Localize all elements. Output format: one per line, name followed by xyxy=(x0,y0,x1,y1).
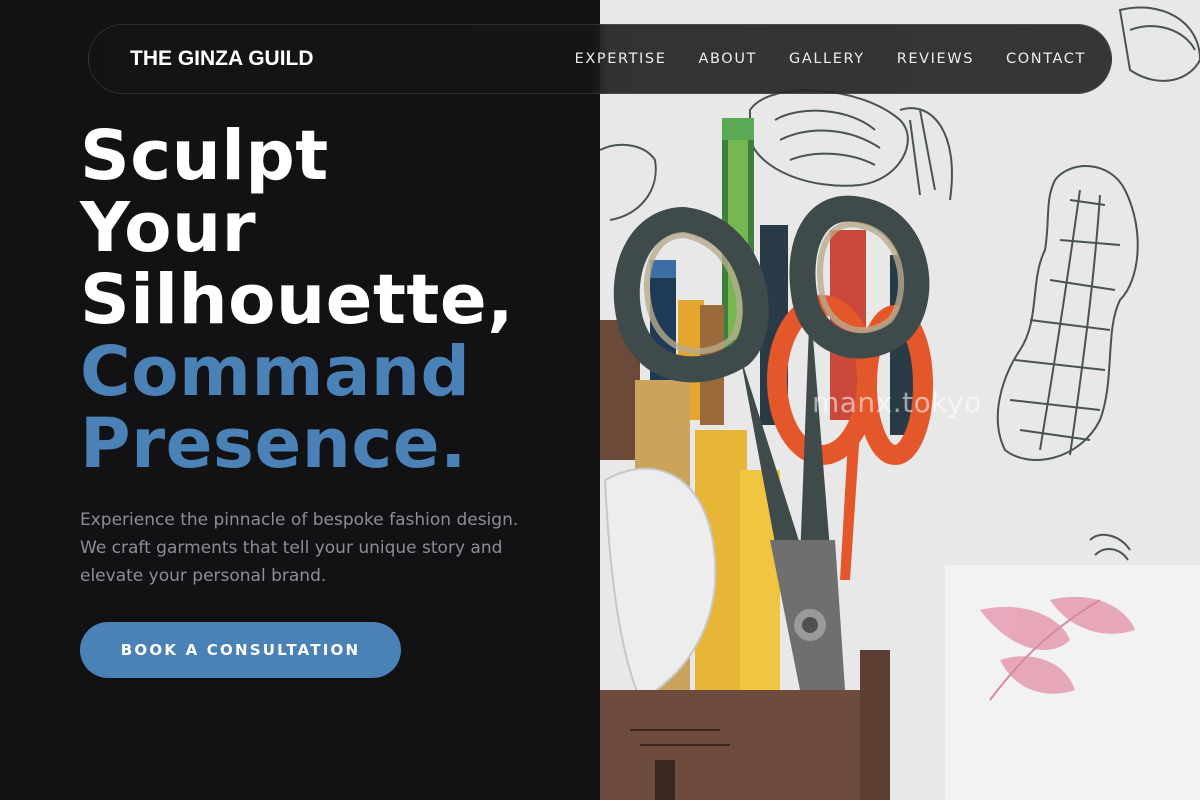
brand-logo[interactable]: THE GINZA GUILD xyxy=(130,47,314,71)
nav-links: EXPERTISE ABOUT GALLERY REVIEWS CONTACT xyxy=(575,51,1086,67)
hero-headline: Sculpt Your Silhouette, Command Presence… xyxy=(80,120,514,480)
nav-link-gallery[interactable]: GALLERY xyxy=(789,51,865,67)
book-consultation-button[interactable]: BOOK A CONSULTATION xyxy=(80,622,401,678)
nav-link-contact[interactable]: CONTACT xyxy=(1006,51,1086,67)
headline-line: Silhouette, xyxy=(80,260,514,340)
headline-accent-line: Presence. xyxy=(80,404,467,484)
headline-accent-line: Command xyxy=(80,332,471,412)
nav-link-reviews[interactable]: REVIEWS xyxy=(897,51,974,67)
navbar: THE GINZA GUILD EXPERTISE ABOUT GALLERY … xyxy=(88,24,1112,94)
hero-description: Experience the pinnacle of bespoke fashi… xyxy=(80,510,519,586)
headline-line: Your xyxy=(80,188,257,268)
nav-link-expertise[interactable]: EXPERTISE xyxy=(575,51,667,67)
headline-line: Sculpt xyxy=(80,116,329,196)
nav-link-about[interactable]: ABOUT xyxy=(699,51,758,67)
photo-watermark: manx.tokyo xyxy=(812,386,982,419)
